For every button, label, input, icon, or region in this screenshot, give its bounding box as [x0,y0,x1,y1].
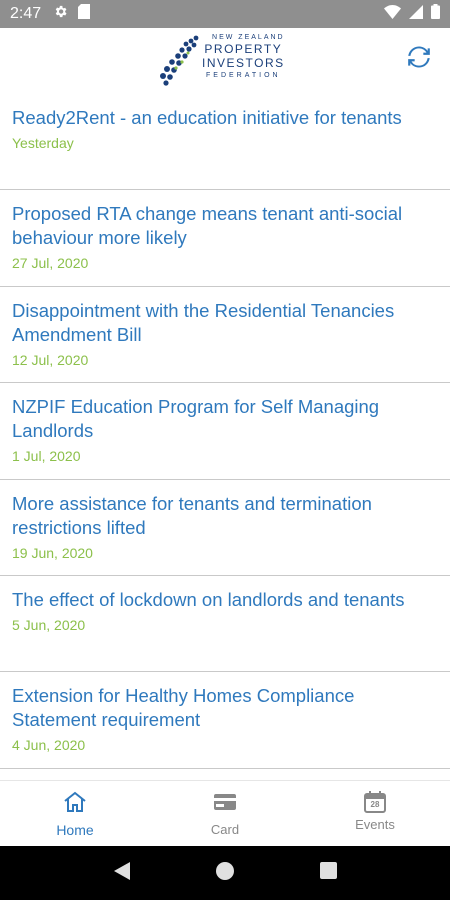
news-item[interactable]: Disappointment with the Residential Tena… [0,287,450,384]
news-date: 4 Jun, 2020 [12,737,86,754]
recents-button[interactable] [316,861,340,885]
nav-events[interactable]: 28 Events [300,781,450,846]
sd-card-icon [78,4,91,24]
news-item[interactable]: NZPIF Education Program for Self Managin… [0,383,450,480]
news-date: 1 Jul, 2020 [12,448,81,465]
news-title: Proposed RTA change means tenant anti-so… [12,203,403,249]
back-button[interactable] [110,861,134,885]
app-header: NEW ZEALAND PROPERTY INVESTORS FEDERATIO… [0,28,450,94]
news-date: Yesterday [12,135,74,151]
bottom-nav: Home Card 28 Events [0,780,450,846]
news-item[interactable]: The effect of lockdown on landlords and … [0,576,450,673]
news-date: 27 Jul, 2020 [12,255,89,272]
calendar-icon: 28 [363,791,387,813]
news-date: 5 Jun, 2020 [12,616,86,633]
nzpif-logo: NEW ZEALAND PROPERTY INVESTORS FEDERATIO… [158,32,298,88]
news-item[interactable]: Ready2Rent - an education initiative for… [0,94,450,191]
news-title: Disappointment with the Residential Tena… [12,299,395,345]
system-nav-bar [0,846,450,900]
nav-home[interactable]: Home [0,781,150,846]
status-time: 2:47 [10,5,42,22]
news-title: More assistance for tenants and terminat… [12,492,372,538]
logo-line-4: FEDERATION [206,72,281,79]
refresh-button[interactable] [404,44,434,74]
news-item[interactable]: More assistance for tenants and terminat… [0,480,450,576]
news-title: The effect of lockdown on landlords and … [12,588,405,610]
news-item[interactable]: Extension for Healthy Homes Compliance S… [0,672,450,769]
wifi-icon [384,4,401,24]
nav-card[interactable]: Card [150,781,300,846]
home-icon [63,791,87,818]
news-item[interactable]: Proposed RTA change means tenant anti-so… [0,190,450,287]
signal-icon [409,4,423,24]
calendar-day: 28 [370,800,380,809]
gear-icon [53,4,68,24]
back-icon [113,861,130,885]
logo-line-2: PROPERTY [204,42,283,56]
home-button[interactable] [213,861,237,885]
nav-card-label: Card [210,822,240,837]
news-title: Extension for Healthy Homes Compliance S… [12,685,355,731]
refresh-icon [406,44,432,75]
card-icon [213,791,237,818]
nav-events-label: Events [355,817,395,832]
home-circle-icon [215,861,235,886]
nav-home-label: Home [56,822,94,838]
news-title: NZPIF Education Program for Self Managin… [12,396,380,442]
news-date: 19 Jun, 2020 [12,544,93,561]
news-title: Ready2Rent - an education initiative for… [12,107,402,128]
status-bar: 2:47 [0,0,450,28]
news-list[interactable]: Ready2Rent - an education initiative for… [0,94,450,780]
logo-line-1: NEW ZEALAND [212,34,285,41]
logo-line-3: INVESTORS [202,56,285,70]
recents-icon [319,862,337,884]
news-date: 12 Jul, 2020 [12,351,89,368]
battery-icon [431,4,440,24]
